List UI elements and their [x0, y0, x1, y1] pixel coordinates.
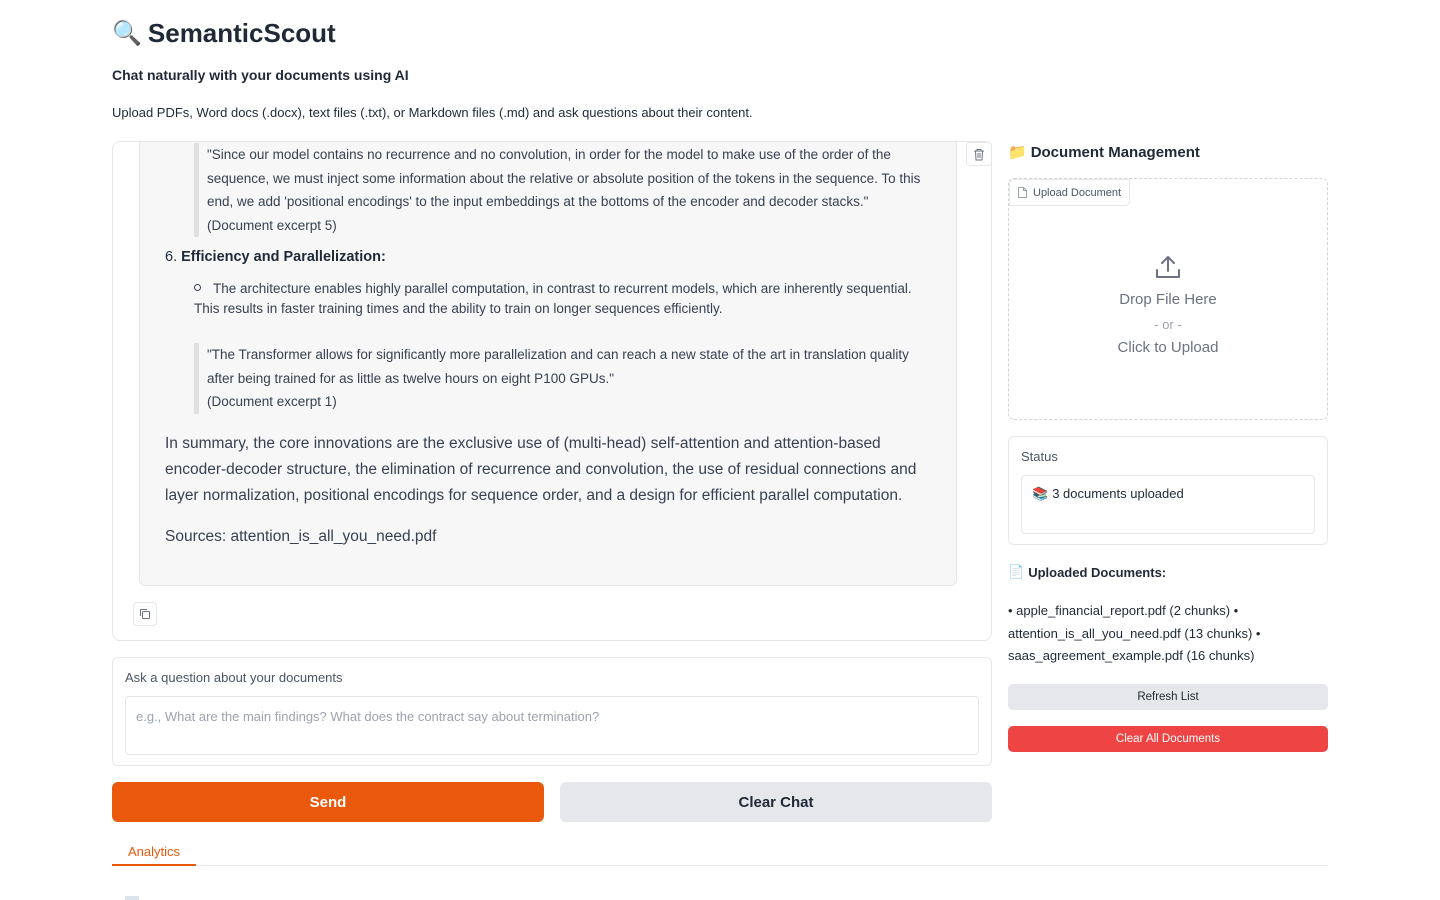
tab-bar: Analytics [112, 838, 1328, 866]
drop-file-text: Drop File Here [1119, 291, 1217, 308]
app-subtitle: Chat naturally with your documents using… [112, 67, 409, 83]
quote-source: (Document excerpt 5) [207, 217, 337, 233]
clear-history-button[interactable] [966, 142, 992, 166]
section-heading: 6. Efficiency and Parallelization: [165, 249, 386, 265]
trash-icon [974, 148, 984, 160]
section-number: 6. [165, 249, 178, 265]
quote-block: "Since our model contains no recurrence … [194, 143, 934, 237]
summary-paragraph: In summary, the core innovations are the… [165, 435, 917, 504]
clear-all-documents-button[interactable]: Clear All Documents [1008, 726, 1328, 752]
analytics-icon [125, 896, 139, 900]
uploaded-documents-list: • apple_financial_report.pdf (2 chunks) … [1008, 603, 1261, 663]
upload-or-text: - or - [1154, 317, 1182, 332]
books-icon: 📚 [1032, 486, 1049, 501]
magnifier-icon: 🔍 [112, 19, 142, 47]
uploaded-documents-title: 📄 Uploaded Documents: [1008, 562, 1166, 582]
status-value: 📚 3 documents uploaded [1021, 475, 1315, 534]
status-box: Status 📚 3 documents uploaded [1008, 436, 1328, 545]
sources-line: Sources: attention_is_all_you_need.pdf [165, 528, 437, 545]
quote-text: "Since our model contains no recurrence … [207, 147, 921, 209]
question-label: Ask a question about your documents [125, 670, 343, 685]
folder-icon: 📁 [1008, 144, 1027, 161]
app-title-text: SemanticScout [147, 17, 336, 48]
status-label: Status [1021, 449, 1058, 464]
copy-button[interactable] [133, 602, 157, 626]
document-management-title: 📁 Document Management [1008, 141, 1200, 163]
upload-icon [1156, 256, 1180, 278]
file-icon [1018, 187, 1027, 198]
uploaded-documents-title-text: Uploaded Documents: [1028, 564, 1167, 580]
question-box: Ask a question about your documents [112, 657, 992, 766]
status-value-text: 3 documents uploaded [1052, 486, 1184, 501]
click-to-upload-text: Click to Upload [1117, 339, 1219, 356]
question-input[interactable] [125, 696, 979, 755]
chat-panel[interactable]: "Since our model contains no recurrence … [112, 141, 992, 641]
upload-dropzone[interactable]: Upload Document Drop File Here - or - Cl… [1008, 178, 1328, 420]
send-button[interactable]: Send [112, 782, 544, 822]
document-icon: 📄 [1008, 564, 1025, 579]
bullet-text: The architecture enables highly parallel… [194, 281, 912, 316]
assistant-message: "Since our model contains no recurrence … [139, 142, 957, 586]
refresh-list-button[interactable]: Refresh List [1008, 684, 1328, 710]
app-title: 🔍 SemanticScout [112, 16, 336, 50]
upload-label: Upload Document [1009, 179, 1131, 206]
quote-block: "The Transformer allows for significantl… [194, 343, 934, 414]
section-title: Efficiency and Parallelization: [181, 249, 386, 265]
copy-icon [140, 609, 150, 619]
bullet-circle-icon [194, 284, 201, 291]
quote-source: (Document excerpt 1) [207, 394, 337, 409]
clear-chat-button[interactable]: Clear Chat [560, 782, 992, 822]
app-description: Upload PDFs, Word docs (.docx), text fil… [112, 105, 753, 120]
tab-analytics[interactable]: Analytics [112, 838, 197, 866]
document-management-title-text: Document Management [1030, 143, 1200, 161]
upload-label-text: Upload Document [1033, 186, 1122, 199]
quote-text: "The Transformer allows for significantl… [207, 347, 909, 386]
bullet-item: The architecture enables highly parallel… [194, 279, 934, 319]
